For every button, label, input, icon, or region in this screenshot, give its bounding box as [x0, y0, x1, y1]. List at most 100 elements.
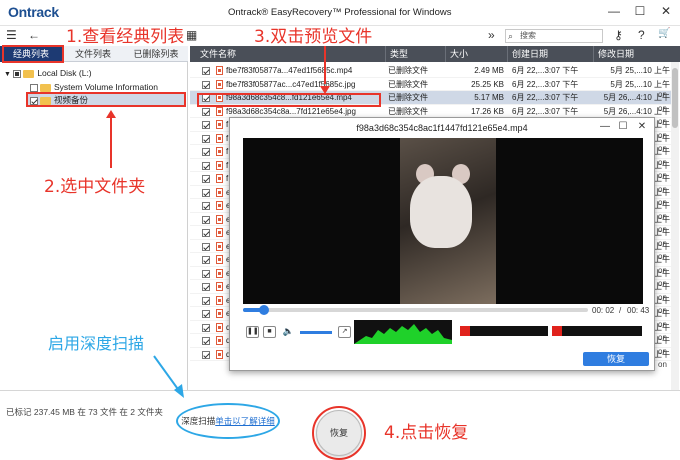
column-header-type[interactable]: 类型 [386, 46, 446, 62]
grid-view-icon[interactable]: ▦ [186, 28, 197, 42]
track-label: on [658, 265, 667, 275]
annotation-deep-scan: 启用深度扫描 [48, 334, 145, 353]
file-icon [216, 79, 223, 89]
file-name: f98a3d68c354c8a...7fd121e65e4.jpg [226, 106, 356, 116]
track-label: on [658, 360, 667, 369]
file-type: 已删除文件 [388, 93, 428, 102]
row-checkbox[interactable] [202, 269, 210, 278]
row-checkbox[interactable] [202, 337, 210, 345]
maximize-button[interactable]: ☐ [630, 4, 650, 18]
table-row[interactable]: fbe7f83f05877a...47ed1f5685c.mp4 已删除文件 2.4… [190, 64, 672, 78]
checkbox[interactable] [30, 83, 38, 92]
waveform-graphic [354, 324, 452, 344]
row-checkbox[interactable] [202, 215, 210, 224]
search-placeholder: 搜索 [520, 31, 536, 40]
row-checkbox[interactable] [202, 323, 210, 332]
row-checkbox[interactable] [202, 67, 210, 75]
close-button[interactable]: ✕ [656, 4, 676, 18]
row-checkbox[interactable] [202, 229, 210, 237]
tab-deleted-list[interactable]: 已删除列表 [124, 46, 188, 62]
row-checkbox[interactable] [202, 107, 210, 116]
bottom-bar: 已标记 237.45 MB 在 73 文件 在 2 文件夹 深度扫描单击以了解详… [0, 390, 680, 460]
row-checkbox[interactable] [202, 134, 210, 143]
track-label: on [658, 292, 667, 302]
track-label: on [658, 157, 667, 167]
row-checkbox[interactable] [202, 202, 210, 210]
scrollbar-thumb[interactable] [672, 68, 678, 128]
tree-label: System Volume Information [54, 82, 158, 92]
row-checkbox[interactable] [202, 256, 210, 264]
table-row[interactable]: fbe7f83f05877ac...c47ed1f5685c.jpg 已删除文件 2… [190, 78, 672, 92]
track-label: on [658, 238, 667, 248]
back-icon[interactable]: ← [28, 28, 40, 42]
track-label: on [658, 333, 667, 342]
forward-icon[interactable]: » [488, 28, 495, 42]
deep-scan-toggle[interactable]: 深度扫描单击以了解详细 [176, 403, 280, 439]
progress-knob[interactable] [258, 305, 269, 315]
file-size: 2.49 MB [474, 66, 504, 75]
audio-waveform [354, 320, 452, 344]
row-checkbox[interactable] [202, 310, 210, 318]
column-header-created[interactable]: 创建日期 [508, 46, 594, 62]
file-modified: 5月 25,...10 上午 [610, 79, 670, 89]
track-label: on [658, 130, 667, 140]
time-separator: / [619, 306, 622, 315]
tab-file-list[interactable]: 文件列表 [62, 46, 124, 62]
preview-maximize-button[interactable]: ☐ [616, 121, 630, 132]
help-icon[interactable]: ? [638, 28, 645, 42]
file-name: f [226, 174, 229, 183]
cart-icon[interactable]: 🛒 [658, 28, 670, 39]
file-icon [216, 255, 223, 265]
row-checkbox[interactable] [202, 161, 210, 170]
pause-button[interactable]: ❚❚ [246, 326, 259, 338]
tree-node-local-disk[interactable]: ▼ Local Disk (L:) [4, 66, 92, 80]
menu-icon[interactable]: ☰ [6, 28, 17, 42]
file-name: f [226, 133, 229, 143]
track-label: on [658, 346, 667, 356]
row-checkbox[interactable] [202, 175, 210, 183]
preview-minimize-button[interactable]: — [598, 121, 612, 132]
video-progress-bar[interactable] [243, 305, 588, 315]
file-size: 5.17 MB [474, 93, 504, 102]
level-peak [460, 326, 470, 336]
row-checkbox[interactable] [202, 121, 210, 129]
recover-button[interactable]: 恢复 [316, 410, 362, 456]
search-icon: ⌕ [508, 31, 514, 41]
deep-scan-info-link[interactable]: 单击以了解详细 [215, 416, 275, 426]
row-checkbox[interactable] [202, 80, 210, 89]
video-player[interactable] [243, 138, 643, 304]
row-name-cell: fbe7f83f05877ac...c47ed1f5685c.jpg [216, 78, 386, 92]
collapse-icon[interactable]: ▼ [4, 71, 11, 78]
file-icon [216, 241, 223, 251]
column-header-modified[interactable]: 修改日期 [594, 46, 672, 62]
file-icon [216, 214, 223, 224]
row-checkbox[interactable] [202, 283, 210, 291]
file-name: fbe7f83f05877a...47ed1f5685c.mp4 [226, 66, 353, 75]
track-label: on [658, 225, 667, 234]
column-header-size[interactable]: 大小 [446, 46, 508, 62]
file-size: 25.25 KB [471, 79, 504, 89]
minimize-button[interactable]: — [604, 4, 624, 18]
track-label: on [658, 319, 667, 329]
row-checkbox[interactable] [202, 296, 210, 305]
search-input[interactable]: ⌕ 搜索 [505, 29, 603, 43]
chinchilla-image [410, 176, 472, 248]
row-checkbox[interactable] [202, 148, 210, 156]
file-icon [216, 133, 223, 143]
key-icon[interactable]: ⚷ [614, 28, 623, 42]
volume-icon[interactable]: 🔈 [282, 326, 295, 338]
volume-slider[interactable] [300, 331, 332, 334]
vertical-scrollbar[interactable] [671, 62, 679, 390]
stop-button[interactable]: ■ [263, 326, 276, 338]
column-header-name[interactable]: 文件名称 [196, 46, 386, 62]
checkbox[interactable] [13, 69, 22, 78]
file-size: 17.26 KB [471, 106, 504, 116]
row-checkbox[interactable] [202, 350, 210, 359]
row-checkbox[interactable] [202, 188, 210, 197]
popout-icon[interactable]: ↗ [338, 326, 351, 338]
row-checkbox[interactable] [202, 242, 210, 251]
track-label: on [658, 90, 667, 99]
preview-close-button[interactable]: ✕ [635, 121, 649, 132]
preview-recover-button[interactable]: 恢复 [583, 352, 649, 366]
track-label: on [658, 279, 667, 288]
